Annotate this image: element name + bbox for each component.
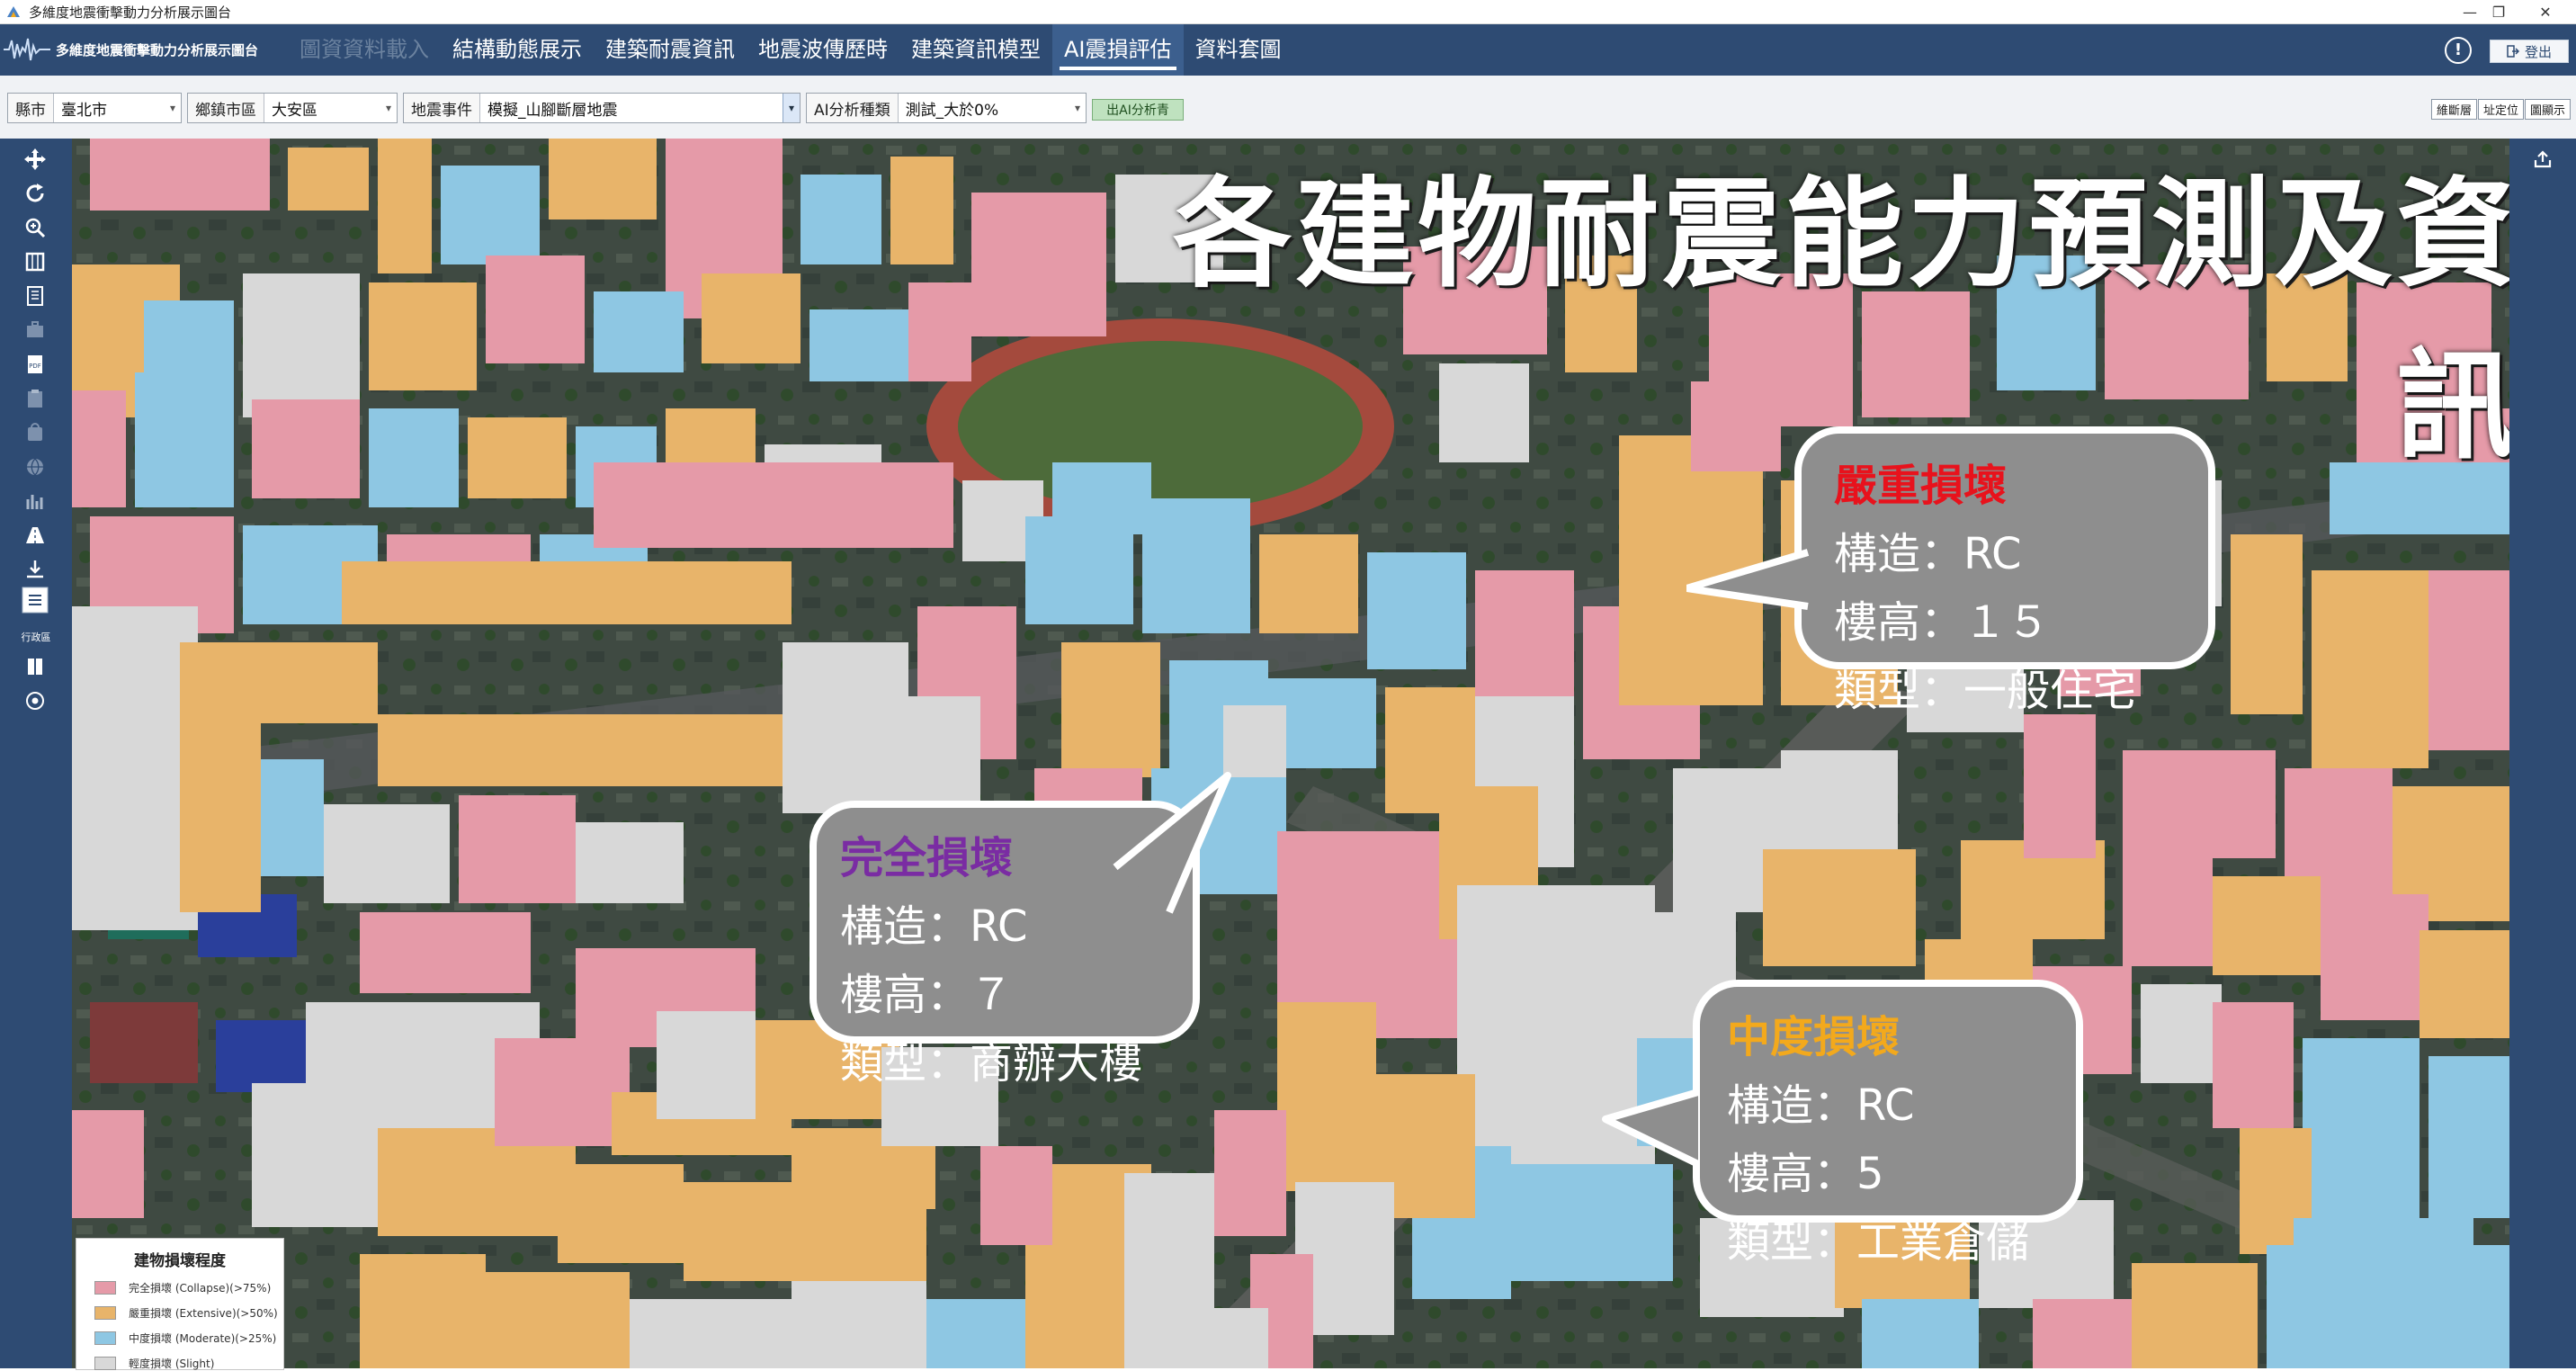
right-toolbar <box>2509 139 2576 1368</box>
pan-icon[interactable] <box>22 146 49 173</box>
menu-map-data-load[interactable]: 圖資資料載入 <box>288 24 441 76</box>
bag-icon[interactable] <box>22 419 49 446</box>
district-select[interactable]: 鄉鎮市區 大安區 ▾ <box>187 93 398 123</box>
callout-type: 類型：商辦大樓 <box>840 1038 1143 1089</box>
legend-swatch <box>94 1331 116 1345</box>
callout-type: 類型：工業倉儲 <box>1727 1217 2030 1268</box>
callout-structure: 構造：RC <box>1727 1080 1915 1131</box>
bar-chart-icon[interactable] <box>22 488 49 515</box>
chevron-down-icon[interactable]: ▾ <box>165 94 181 122</box>
legend-label: 中度損壞 (Moderate)(>25%) <box>129 1332 277 1345</box>
seismic-wave-logo-icon <box>4 38 50 61</box>
layer-display-button[interactable]: 圖顯示 <box>2524 99 2571 120</box>
headline: 各建物耐震能力預測及資訊 <box>1173 166 2509 476</box>
legend-swatch <box>94 1281 116 1295</box>
menu-structure-dynamics[interactable]: 結構動態展示 <box>441 24 594 76</box>
callout-type: 類型：一般住宅 <box>1834 666 2137 716</box>
callout-floors: 樓高：5 <box>1727 1149 1884 1199</box>
logout-button[interactable]: 登出 <box>2490 40 2569 63</box>
export-icon[interactable] <box>2529 146 2556 173</box>
download-icon[interactable] <box>22 556 49 583</box>
road-icon[interactable] <box>22 522 49 549</box>
county-label: 縣市 <box>8 94 54 122</box>
window-titlebar: 多維度地震衝擊動力分析展示圖台 — ❐ ✕ <box>0 0 2576 24</box>
chevron-down-icon[interactable]: ▾ <box>1069 94 1086 122</box>
legend-label: 完全損壞 (Collapse)(>75%) <box>129 1282 272 1295</box>
legend-item: 中度損壞 (Moderate)(>25%) <box>94 1331 283 1346</box>
zoom-icon[interactable] <box>22 214 49 241</box>
analysis-label: AI分析種類 <box>807 94 899 122</box>
address-locate-button[interactable]: 址定位 <box>2477 99 2524 120</box>
logout-label: 登出 <box>2524 43 2552 60</box>
callout-floors: 樓高：１５ <box>1834 597 2051 648</box>
logout-icon <box>2507 45 2519 58</box>
filter-bar: 縣市 臺北市 ▾ 鄉鎮市區 大安區 ▾ 地震事件 模擬_山腳斷層地震 ▾ AI分… <box>0 76 2576 139</box>
target-icon[interactable] <box>22 687 49 714</box>
menu-building-seismic-info[interactable]: 建築耐震資訊 <box>594 24 747 76</box>
menu-bim[interactable]: 建築資訊模型 <box>899 24 1052 76</box>
left-toolbar: PDF 行政區 <box>0 139 72 1368</box>
menu: 圖資資料載入 結構動態展示 建築耐震資訊 地震波傳歷時 建築資訊模型 AI震損評… <box>288 24 1293 76</box>
district-label: 行政區 <box>21 632 51 643</box>
map-3d-view[interactable]: 各建物耐震能力預測及資訊 嚴重損壞 構造：RC 樓高：１５ 類型：一般住宅 完全… <box>72 139 2509 1368</box>
damage-legend: 建物損壞程度 完全損壞 (Collapse)(>75%) 嚴重損壞 (Exten… <box>76 1238 284 1370</box>
callout-pointer <box>1602 1089 1700 1168</box>
brand-title: 多維度地震衝擊動力分析展示圖台 <box>56 41 259 58</box>
legend-label: 嚴重損壞 (Extensive)(>50%) <box>129 1307 278 1320</box>
callout-moderate-damage: 中度損壞 構造：RC 樓高：5 類型：工業倉儲 <box>1693 980 2083 1268</box>
rotate-icon[interactable] <box>22 180 49 207</box>
callout-pointer <box>1686 549 1810 610</box>
right-tools: 維斷層 址定位 圖顯示 <box>2430 99 2571 120</box>
callout-title: 嚴重損壞 <box>1834 461 2008 511</box>
briefcase-icon[interactable] <box>22 317 49 344</box>
main-menubar: 多維度地震衝擊動力分析展示圖台 圖資資料載入 結構動態展示 建築耐震資訊 地震波… <box>0 24 2576 76</box>
callout-structure: 構造：RC <box>1834 529 2022 579</box>
help-icon[interactable]: ! <box>2445 37 2472 64</box>
callout-floors: 樓高：７ <box>840 970 1014 1020</box>
legend-swatch <box>94 1306 116 1320</box>
analysis-value: 測試_大於0% <box>905 101 999 120</box>
event-value: 模擬_山腳斷層地震 <box>487 101 618 120</box>
district-label: 鄉鎮市區 <box>188 94 264 122</box>
fault-layer-button[interactable]: 維斷層 <box>2430 99 2477 120</box>
brand: 多維度地震衝擊動力分析展示圖台 <box>4 35 258 64</box>
event-label: 地震事件 <box>404 94 480 122</box>
callout-extensive-damage: 嚴重損壞 構造：RC 樓高：１５ 類型：一般住宅 <box>1794 426 2215 716</box>
close-button[interactable]: ✕ <box>2518 0 2572 23</box>
callout-pointer <box>1113 772 1231 914</box>
district-value: 大安區 <box>272 101 318 120</box>
legend-item: 輕度損壞 (Slight) <box>94 1356 283 1371</box>
app-icon <box>7 6 20 17</box>
county-value: 臺北市 <box>61 101 107 120</box>
legend-item: 嚴重損壞 (Extensive)(>50%) <box>94 1305 283 1321</box>
earthquake-event-select[interactable]: 地震事件 模擬_山腳斷層地震 ▾ <box>403 93 801 123</box>
county-select[interactable]: 縣市 臺北市 ▾ <box>7 93 182 123</box>
district-toggle-icon[interactable] <box>22 587 49 614</box>
menu-wave-propagation[interactable]: 地震波傳歷時 <box>747 24 899 76</box>
menu-ai-damage-assessment[interactable]: AI震損評估 <box>1052 24 1184 76</box>
window-title: 多維度地震衝擊動力分析展示圖台 <box>29 4 232 21</box>
book-icon[interactable] <box>22 282 49 309</box>
pdf-icon[interactable]: PDF <box>22 351 49 378</box>
menu-data-overlay[interactable]: 資料套圖 <box>1184 24 1293 76</box>
legend-label: 輕度損壞 (Slight) <box>129 1358 215 1370</box>
map-icon[interactable] <box>22 248 49 275</box>
legend-item: 完全損壞 (Collapse)(>75%) <box>94 1280 283 1295</box>
legend-title: 建物損壞程度 <box>134 1252 226 1270</box>
chevron-down-icon[interactable]: ▾ <box>380 94 397 122</box>
clipboard-icon[interactable] <box>22 385 49 412</box>
run-ai-analysis-button[interactable]: 出AI分析青 <box>1092 99 1184 121</box>
restore-button[interactable]: ❐ <box>2472 0 2526 23</box>
chevron-down-icon[interactable]: ▾ <box>782 94 800 122</box>
analysis-type-select[interactable]: AI分析種類 測試_大於0% ▾ <box>806 93 1087 123</box>
svg-text:PDF: PDF <box>29 363 41 370</box>
globe-icon[interactable] <box>22 453 49 480</box>
layers-icon[interactable] <box>22 653 49 680</box>
callout-title: 中度損壞 <box>1727 1012 1901 1062</box>
